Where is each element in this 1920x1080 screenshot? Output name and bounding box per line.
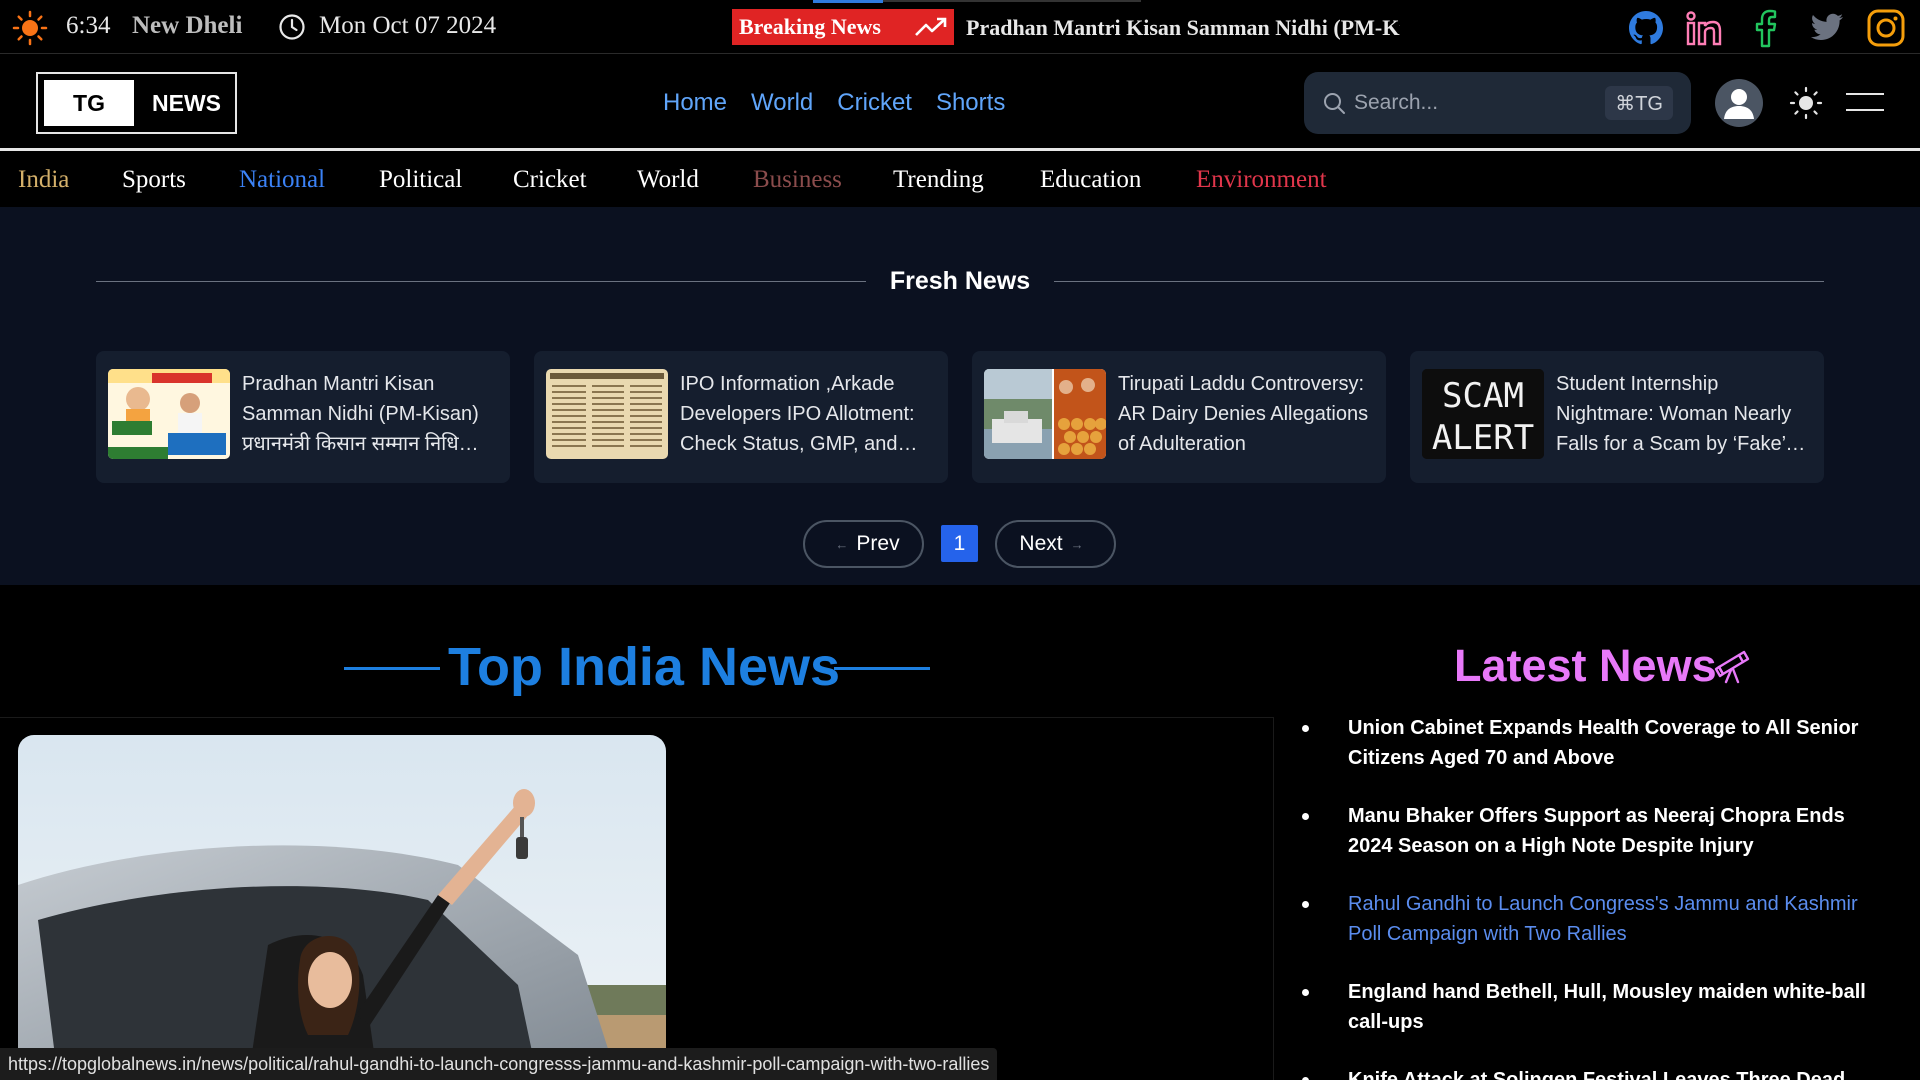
top-bar: 6:34 New Dheli Mon Oct 07 2024 Breaking …	[0, 0, 1920, 54]
current-time: 6:34	[66, 12, 111, 39]
prev-label: Prev	[856, 532, 900, 555]
fresh-news-card[interactable]: SCAM ALERT Student Internship Nightmare:…	[1410, 351, 1824, 483]
scam-text: SCAM	[1442, 376, 1524, 416]
card-thumbnail-scam-alert: SCAM ALERT	[1422, 369, 1544, 459]
fresh-news-card[interactable]: IPO Information ,Arkade Developers IPO A…	[534, 351, 948, 483]
nav-world[interactable]: World	[751, 89, 813, 117]
card-headline[interactable]: IPO Information ,Arkade Developers IPO A…	[680, 369, 942, 459]
title-underline-left	[344, 667, 440, 670]
main-nav: Home World Cricket Shorts	[663, 89, 1005, 117]
divider	[96, 281, 866, 282]
latest-news-item[interactable]: England hand Bethell, Hull, Mousley maid…	[1300, 977, 1890, 1037]
card-headline[interactable]: Student Internship Nightmare: Woman Near…	[1556, 369, 1818, 459]
twitter-icon[interactable]	[1806, 8, 1846, 48]
current-date: Mon Oct 07 2024	[319, 12, 497, 39]
category-sports[interactable]: Sports	[122, 166, 186, 194]
breaking-news-ticker[interactable]: Pradhan Mantri Kisan Samman Nidhi (PM-Ki…	[966, 12, 1400, 42]
alert-text: ALERT	[1432, 418, 1534, 458]
site-header: TG NEWS Home World Cricket Shorts ⌘TG	[0, 55, 1920, 151]
theme-toggle-icon[interactable]	[1788, 85, 1824, 121]
category-business[interactable]: Business	[753, 166, 842, 194]
user-icon	[1724, 89, 1754, 119]
card-headline[interactable]: Pradhan Mantri Kisan Samman Nidhi (PM-Ki…	[242, 369, 504, 459]
category-education[interactable]: Education	[1040, 166, 1141, 194]
category-trending[interactable]: Trending	[893, 166, 984, 194]
user-avatar[interactable]	[1715, 79, 1763, 127]
card-thumbnail-newspaper	[546, 369, 668, 459]
github-icon[interactable]	[1626, 8, 1666, 48]
next-label: Next	[1019, 532, 1063, 555]
breaking-news-label: Breaking News	[739, 14, 881, 39]
fresh-news-title: Fresh News	[889, 267, 1031, 295]
latest-news-item[interactable]: Union Cabinet Expands Health Coverage to…	[1300, 713, 1890, 773]
category-environment[interactable]: Environment	[1196, 166, 1327, 194]
search-input[interactable]	[1354, 86, 1594, 120]
title-underline-right	[834, 667, 930, 670]
category-world[interactable]: World	[637, 166, 699, 194]
linkedin-icon[interactable]	[1684, 8, 1724, 48]
sun-icon	[12, 10, 48, 46]
breaking-news-badge[interactable]: Breaking News	[732, 9, 954, 45]
nav-shorts[interactable]: Shorts	[936, 89, 1005, 117]
category-cricket[interactable]: Cricket	[513, 166, 587, 194]
latest-news-item[interactable]: Knife Attack at Solingen Festival Leaves…	[1300, 1065, 1890, 1080]
fresh-news-card[interactable]: Pradhan Mantri Kisan Samman Nidhi (PM-Ki…	[96, 351, 510, 483]
hero-article-image[interactable]	[18, 735, 666, 1080]
prev-page-button[interactable]: ← Prev	[803, 520, 924, 568]
latest-news-item[interactable]: Rahul Gandhi to Launch Congress's Jammu …	[1300, 889, 1890, 949]
category-india[interactable]: India	[18, 166, 69, 194]
clock-icon	[279, 14, 305, 40]
fresh-news-card[interactable]: Tirupati Laddu Controversy: AR Dairy Den…	[972, 351, 1386, 483]
latest-news-title: Latest News	[1454, 640, 1717, 691]
city-name: New Dheli	[132, 12, 243, 39]
fresh-news-section: Fresh News Pradhan Mantri Kisan Samman N…	[0, 207, 1920, 585]
logo-news: NEWS	[152, 89, 221, 116]
card-headline[interactable]: Tirupati Laddu Controversy: AR Dairy Den…	[1118, 369, 1380, 459]
arrow-left-icon: ←	[835, 536, 849, 552]
page-number-current[interactable]: 1	[941, 525, 978, 562]
category-bar: India Sports National Political Cricket …	[0, 154, 1920, 207]
logo-tg: TG	[44, 80, 134, 126]
search-icon	[1324, 93, 1345, 114]
top-india-news-title: Top India News	[448, 637, 841, 697]
latest-news-list: Union Cabinet Expands Health Coverage to…	[1300, 713, 1890, 1080]
search-box[interactable]: ⌘TG	[1304, 72, 1691, 134]
next-page-button[interactable]: Next →	[995, 520, 1116, 568]
card-thumbnail-kisan	[108, 369, 230, 459]
card-thumbnail-tirupati	[984, 369, 1106, 459]
ticker-progress	[813, 0, 883, 3]
category-national[interactable]: National	[239, 166, 325, 194]
nav-home[interactable]: Home	[663, 89, 727, 117]
link-status-bar: https://topglobalnews.in/news/political/…	[0, 1048, 998, 1080]
divider	[1054, 281, 1824, 282]
facebook-icon[interactable]	[1746, 8, 1786, 48]
hamburger-menu-icon[interactable]	[1846, 93, 1884, 113]
search-shortcut: ⌘TG	[1605, 86, 1673, 120]
telescope-icon	[1714, 650, 1750, 684]
instagram-icon[interactable]	[1866, 8, 1906, 48]
trending-up-icon	[915, 17, 947, 36]
nav-cricket[interactable]: Cricket	[837, 89, 912, 117]
latest-news-item[interactable]: Manu Bhaker Offers Support as Neeraj Cho…	[1300, 801, 1890, 861]
site-logo[interactable]: TG NEWS	[36, 72, 237, 134]
ticker-progress-track	[883, 0, 1141, 2]
arrow-right-icon: →	[1070, 536, 1084, 552]
category-political[interactable]: Political	[379, 166, 462, 194]
